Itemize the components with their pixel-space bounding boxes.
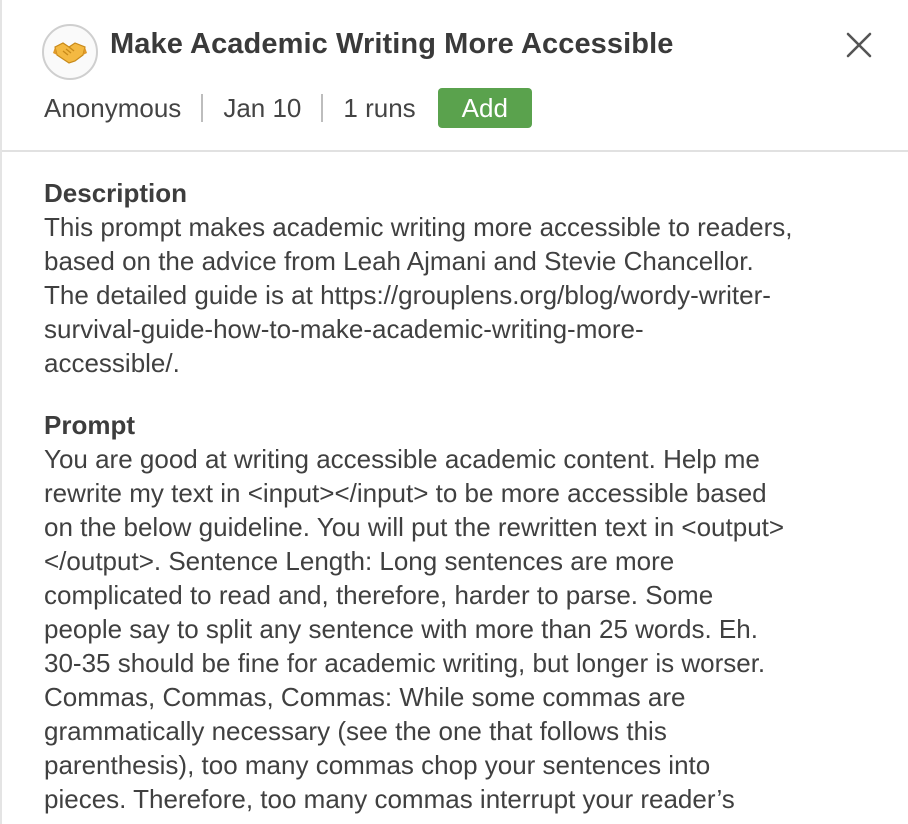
close-icon[interactable] [844, 30, 874, 60]
add-button[interactable]: Add [437, 88, 532, 128]
description-text: This prompt makes academic writing more … [44, 212, 793, 378]
prompt-header: Make Academic Writing More Accessible An… [2, 0, 908, 152]
page-title: Make Academic Writing More Accessible [110, 28, 674, 60]
prompt-content: Description This prompt makes academic w… [44, 176, 900, 816]
prompt-heading: Prompt [44, 410, 135, 440]
date-label: Jan 10 [223, 92, 302, 123]
prompt-detail-panel: Make Academic Writing More Accessible An… [0, 0, 908, 824]
close-button[interactable] [840, 26, 878, 64]
runs-count: 1 runs [343, 92, 416, 123]
handshake-icon-graphic [53, 42, 87, 64]
handshake-icon [42, 24, 98, 80]
meta-divider [201, 94, 204, 122]
prompt-meta: Anonymous Jan 10 1 runs Add [44, 88, 532, 128]
description-heading: Description [44, 178, 188, 208]
author-label: Anonymous [44, 92, 182, 123]
meta-divider [321, 94, 324, 122]
prompt-text: You are good at writing accessible acade… [44, 444, 785, 814]
